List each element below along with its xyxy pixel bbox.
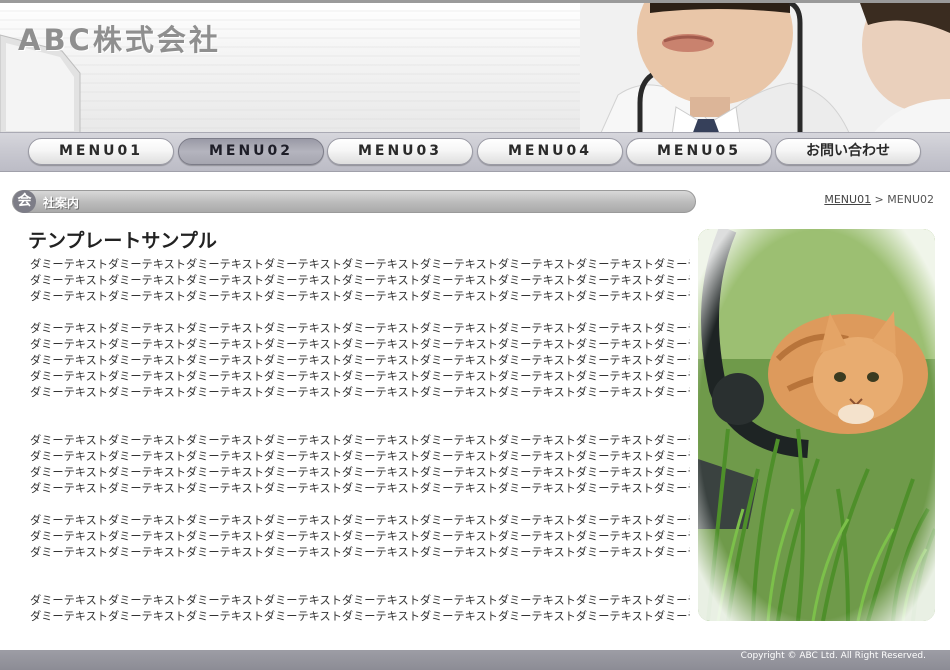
text-line: ダミーテキストダミーテキストダミーテキストダミーテキストダミーテキストダミーテキ…	[30, 290, 690, 303]
text-line: ダミーテキストダミーテキストダミーテキストダミーテキストダミーテキストダミーテキ…	[30, 466, 690, 479]
page-title: テンプレートサンプル	[28, 230, 217, 252]
nav-menu05-button[interactable]: MENU05	[626, 138, 772, 165]
nav-contact-button[interactable]: お問い合わせ	[775, 138, 921, 165]
text-line: ダミーテキストダミーテキストダミーテキストダミーテキストダミーテキストダミーテキ…	[30, 338, 690, 351]
text-line: ダミーテキストダミーテキストダミーテキストダミーテキストダミーテキストダミーテキ…	[30, 322, 690, 335]
nav-menu02-button[interactable]: MENU02	[178, 138, 324, 165]
paragraph-4: ダミーテキストダミーテキストダミーテキストダミーテキストダミーテキストダミーテキ…	[30, 513, 690, 561]
text-line: ダミーテキストダミーテキストダミーテキストダミーテキストダミーテキストダミーテキ…	[30, 370, 690, 383]
site-header: ABC株式会社	[0, 0, 950, 132]
paragraph-5: ダミーテキストダミーテキストダミーテキストダミーテキストダミーテキストダミーテキ…	[30, 593, 690, 625]
text-line: ダミーテキストダミーテキストダミーテキストダミーテキストダミーテキストダミーテキ…	[30, 594, 690, 607]
main-content: ダミーテキストダミーテキストダミーテキストダミーテキストダミーテキストダミーテキ…	[30, 257, 690, 625]
paragraph-2: ダミーテキストダミーテキストダミーテキストダミーテキストダミーテキストダミーテキ…	[30, 321, 690, 401]
text-line: ダミーテキストダミーテキストダミーテキストダミーテキストダミーテキストダミーテキ…	[30, 514, 690, 527]
text-line: ダミーテキストダミーテキストダミーテキストダミーテキストダミーテキストダミーテキ…	[30, 610, 690, 623]
nav-menu01-button[interactable]: MENU01	[28, 138, 174, 165]
text-line: ダミーテキストダミーテキストダミーテキストダミーテキストダミーテキストダミーテキ…	[30, 354, 690, 367]
paragraph-1: ダミーテキストダミーテキストダミーテキストダミーテキストダミーテキストダミーテキ…	[30, 257, 690, 305]
section-heading-bar: 会 社案内	[12, 190, 696, 213]
text-line: ダミーテキストダミーテキストダミーテキストダミーテキストダミーテキストダミーテキ…	[30, 386, 690, 399]
breadcrumb-link-menu01[interactable]: MENU01	[824, 193, 871, 206]
site-logo[interactable]: ABC株式会社	[18, 17, 221, 59]
company-icon: 会	[13, 190, 36, 213]
section-heading-label: 社案内	[43, 196, 80, 210]
text-line: ダミーテキストダミーテキストダミーテキストダミーテキストダミーテキストダミーテキ…	[30, 274, 690, 287]
text-line: ダミーテキストダミーテキストダミーテキストダミーテキストダミーテキストダミーテキ…	[30, 450, 690, 463]
breadcrumb: MENU01 > MENU02	[824, 193, 934, 206]
main-navigation: MENU01 MENU02 MENU03 MENU04 MENU05 お問い合わ…	[0, 132, 950, 172]
text-line: ダミーテキストダミーテキストダミーテキストダミーテキストダミーテキストダミーテキ…	[30, 258, 690, 271]
site-footer: Copyright © ABC Ltd. All Right Reserved.	[0, 650, 950, 670]
text-line: ダミーテキストダミーテキストダミーテキストダミーテキストダミーテキストダミーテキ…	[30, 482, 690, 495]
copyright-text: Copyright © ABC Ltd. All Right Reserved.	[740, 651, 926, 661]
paragraph-3: ダミーテキストダミーテキストダミーテキストダミーテキストダミーテキストダミーテキ…	[30, 433, 690, 497]
text-line: ダミーテキストダミーテキストダミーテキストダミーテキストダミーテキストダミーテキ…	[30, 434, 690, 447]
text-line: ダミーテキストダミーテキストダミーテキストダミーテキストダミーテキストダミーテキ…	[30, 546, 690, 559]
breadcrumb-current: MENU02	[887, 193, 934, 206]
nav-menu04-button[interactable]: MENU04	[477, 138, 623, 165]
cat-in-grass-photo	[698, 229, 935, 621]
nav-menu03-button[interactable]: MENU03	[327, 138, 473, 165]
text-line: ダミーテキストダミーテキストダミーテキストダミーテキストダミーテキストダミーテキ…	[30, 530, 690, 543]
breadcrumb-separator: >	[871, 193, 888, 206]
